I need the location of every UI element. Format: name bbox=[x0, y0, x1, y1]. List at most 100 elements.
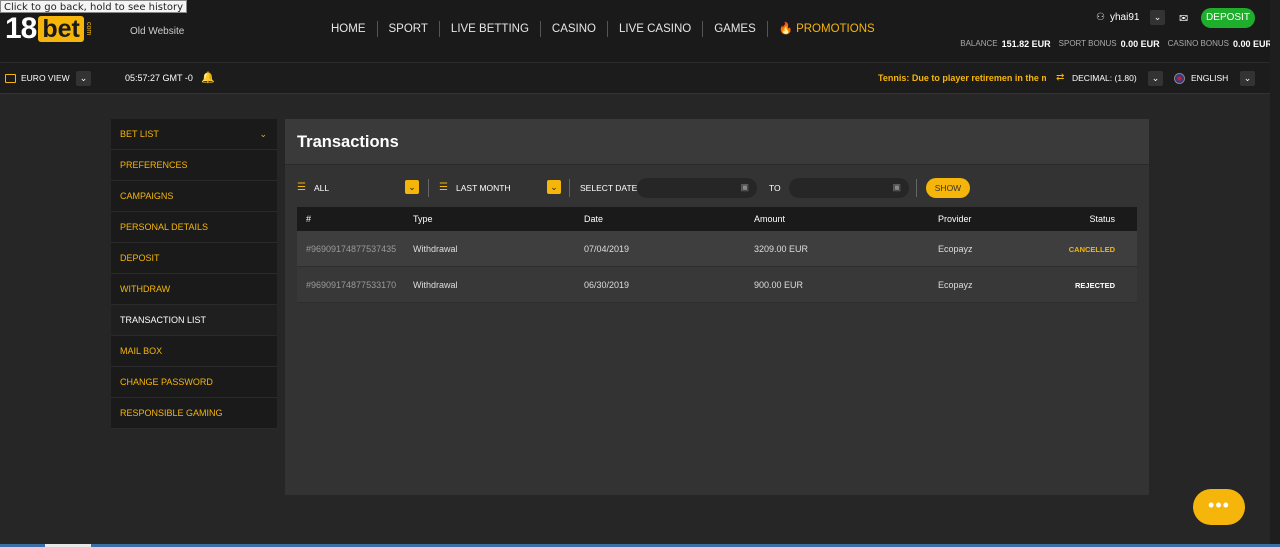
casino-bonus-value: 0.00 EUR bbox=[1232, 39, 1272, 49]
nav-casino[interactable]: CASINO bbox=[541, 21, 608, 37]
language-dropdown-chevron-icon[interactable]: ⌄ bbox=[1240, 71, 1255, 86]
sidebar-item-responsible-gaming[interactable]: RESPONSIBLE GAMING bbox=[111, 398, 277, 429]
nav-promotions[interactable]: 🔥 PROMOTIONS bbox=[768, 21, 886, 37]
table-header: # Type Date Amount Provider Status bbox=[297, 207, 1137, 231]
casino-bonus-label: CASINO BONUS bbox=[1167, 39, 1229, 48]
page-title: Transactions bbox=[285, 119, 1149, 165]
to-label: TO bbox=[769, 183, 781, 193]
browser-back-tooltip: Click to go back, hold to see history bbox=[0, 0, 188, 13]
sidebar-item-transaction-list[interactable]: TRANSACTION LIST bbox=[111, 305, 277, 336]
username: yhai91 bbox=[1109, 12, 1140, 23]
sidebar-item-bet-list[interactable]: BET LIST ⌄ bbox=[111, 119, 277, 150]
status-badge: CANCELLED bbox=[1068, 244, 1115, 254]
nav-live-betting[interactable]: LIVE BETTING bbox=[440, 21, 541, 37]
col-status: Status bbox=[1089, 214, 1115, 224]
sidebar-item-campaigns[interactable]: CAMPAIGNS bbox=[111, 181, 277, 212]
filter-divider bbox=[569, 179, 570, 197]
transaction-id: #96909174877533170 bbox=[306, 279, 397, 290]
calendar-icon[interactable]: ▣ bbox=[892, 182, 901, 193]
sidebar-item-change-password[interactable]: CHANGE PASSWORD bbox=[111, 367, 277, 398]
euro-view-toggle[interactable]: EURO VIEW bbox=[5, 73, 70, 83]
logo-bet: bet bbox=[38, 16, 84, 42]
col-id: # bbox=[306, 214, 312, 224]
date-from-input[interactable]: ▣ bbox=[637, 178, 757, 198]
transaction-provider: Ecopayz bbox=[938, 243, 973, 254]
chat-button[interactable]: ••• bbox=[1193, 489, 1245, 525]
sidebar-item-label: BET LIST bbox=[120, 129, 159, 139]
calendar-icon[interactable]: ▣ bbox=[740, 182, 749, 193]
filter-divider bbox=[428, 179, 429, 197]
status-badge: REJECTED bbox=[1074, 280, 1115, 290]
table-row[interactable]: #96909174877537435 Withdrawal 07/04/2019… bbox=[297, 231, 1137, 267]
transaction-type: Withdrawal bbox=[413, 243, 458, 254]
balances: BALANCE 151.82 EUR SPORT BONUS 0.00 EUR … bbox=[960, 39, 1272, 49]
uk-flag-icon bbox=[1174, 73, 1185, 84]
logo-number: 18 bbox=[5, 12, 37, 45]
old-website-link[interactable]: Old Website bbox=[130, 26, 184, 37]
site-logo[interactable]: 18 bet com bbox=[5, 12, 92, 45]
sidebar-item-personal-details[interactable]: PERSONAL DETAILS bbox=[111, 212, 277, 243]
deposit-button[interactable]: DEPOSIT bbox=[1201, 8, 1255, 28]
col-amount: Amount bbox=[754, 214, 786, 224]
nav-games[interactable]: GAMES bbox=[703, 21, 768, 37]
odds-icon: ⇄ bbox=[1056, 72, 1065, 83]
mail-icon[interactable]: ✉ bbox=[1179, 12, 1188, 25]
nav-live-casino[interactable]: LIVE CASINO bbox=[608, 21, 704, 37]
user-dropdown-chevron-icon[interactable]: ⌄ bbox=[1150, 10, 1165, 25]
user-area: ⚇ yhai91 ⌄ ✉ DEPOSIT BALANCE 151.82 EUR … bbox=[960, 8, 1280, 54]
transaction-type: Withdrawal bbox=[413, 279, 458, 290]
news-ticker[interactable]: Tennis: Due to player retiremen in the m bbox=[878, 73, 1046, 83]
language-label[interactable]: ENGLISH bbox=[1191, 73, 1228, 83]
chevron-down-icon: ⌄ bbox=[259, 129, 267, 139]
account-sidebar: BET LIST ⌄ PREFERENCES CAMPAIGNS PERSONA… bbox=[111, 119, 277, 429]
col-type: Type bbox=[413, 214, 433, 224]
col-provider: Provider bbox=[938, 214, 972, 224]
sidebar-item-withdraw[interactable]: WITHDRAW bbox=[111, 274, 277, 305]
page-scrollbar[interactable] bbox=[1270, 0, 1280, 547]
transaction-date: 06/30/2019 bbox=[584, 279, 630, 290]
sidebar-item-deposit[interactable]: DEPOSIT bbox=[111, 243, 277, 274]
sport-bonus-value: 0.00 EUR bbox=[1120, 39, 1160, 49]
site-header: 18 bet com Old Website HOME SPORT LIVE B… bbox=[0, 0, 1280, 62]
balance-label: BALANCE bbox=[960, 39, 998, 48]
sidebar-item-preferences[interactable]: PREFERENCES bbox=[111, 150, 277, 181]
transaction-amount: 3209.00 EUR bbox=[754, 243, 809, 254]
filters-bar: ☰ ALL ⌄ ☰ LAST MONTH ⌄ SELECT DATE ▣ TO … bbox=[297, 177, 1137, 199]
view-dropdown-chevron-icon[interactable]: ⌄ bbox=[76, 71, 91, 86]
odds-format[interactable]: DECIMAL: (1.80) bbox=[1072, 73, 1137, 83]
sub-bar: EURO VIEW ⌄ 05:57:27 GMT -0 🔔 Tennis: Du… bbox=[0, 62, 1280, 94]
odds-dropdown-chevron-icon[interactable]: ⌄ bbox=[1148, 71, 1163, 86]
type-filter-chevron-icon[interactable]: ⌄ bbox=[405, 180, 419, 194]
bell-icon[interactable]: 🔔 bbox=[201, 71, 215, 84]
transactions-table: # Type Date Amount Provider Status #9690… bbox=[297, 207, 1137, 303]
select-date-label: SELECT DATE bbox=[580, 183, 638, 193]
filter-icon: ☰ bbox=[297, 182, 306, 193]
sidebar-item-mail-box[interactable]: MAIL BOX bbox=[111, 336, 277, 367]
clock: 05:57:27 GMT -0 bbox=[125, 73, 193, 83]
filter-icon: ☰ bbox=[439, 182, 448, 193]
transaction-provider: Ecopayz bbox=[938, 279, 973, 290]
user-menu[interactable]: ⚇ yhai91 bbox=[1096, 12, 1139, 23]
nav-home[interactable]: HOME bbox=[320, 21, 378, 37]
main-nav: HOME SPORT LIVE BETTING CASINO LIVE CASI… bbox=[320, 21, 886, 37]
table-row[interactable]: #96909174877533170 Withdrawal 06/30/2019… bbox=[297, 267, 1137, 303]
transaction-amount: 900.00 EUR bbox=[754, 279, 804, 290]
nav-promotions-label: PROMOTIONS bbox=[796, 23, 875, 35]
euro-view-icon bbox=[5, 73, 16, 83]
period-filter-value[interactable]: LAST MONTH bbox=[456, 183, 511, 193]
transaction-id: #96909174877537435 bbox=[306, 243, 397, 254]
col-date: Date bbox=[584, 214, 604, 224]
transactions-panel: Transactions ☰ ALL ⌄ ☰ LAST MONTH ⌄ SELE… bbox=[285, 119, 1149, 495]
logo-com: com bbox=[84, 22, 92, 36]
date-to-input[interactable]: ▣ bbox=[789, 178, 909, 198]
flame-icon: 🔥 bbox=[778, 23, 794, 35]
period-filter-chevron-icon[interactable]: ⌄ bbox=[547, 180, 561, 194]
balance-value: 151.82 EUR bbox=[1001, 39, 1051, 49]
filter-divider bbox=[916, 179, 917, 197]
sport-bonus-label: SPORT BONUS bbox=[1058, 39, 1117, 48]
show-button[interactable]: SHOW bbox=[926, 178, 970, 198]
nav-sport[interactable]: SPORT bbox=[378, 21, 440, 37]
transaction-date: 07/04/2019 bbox=[584, 243, 630, 254]
user-icon: ⚇ bbox=[1096, 12, 1105, 23]
type-filter-value[interactable]: ALL bbox=[314, 183, 329, 193]
